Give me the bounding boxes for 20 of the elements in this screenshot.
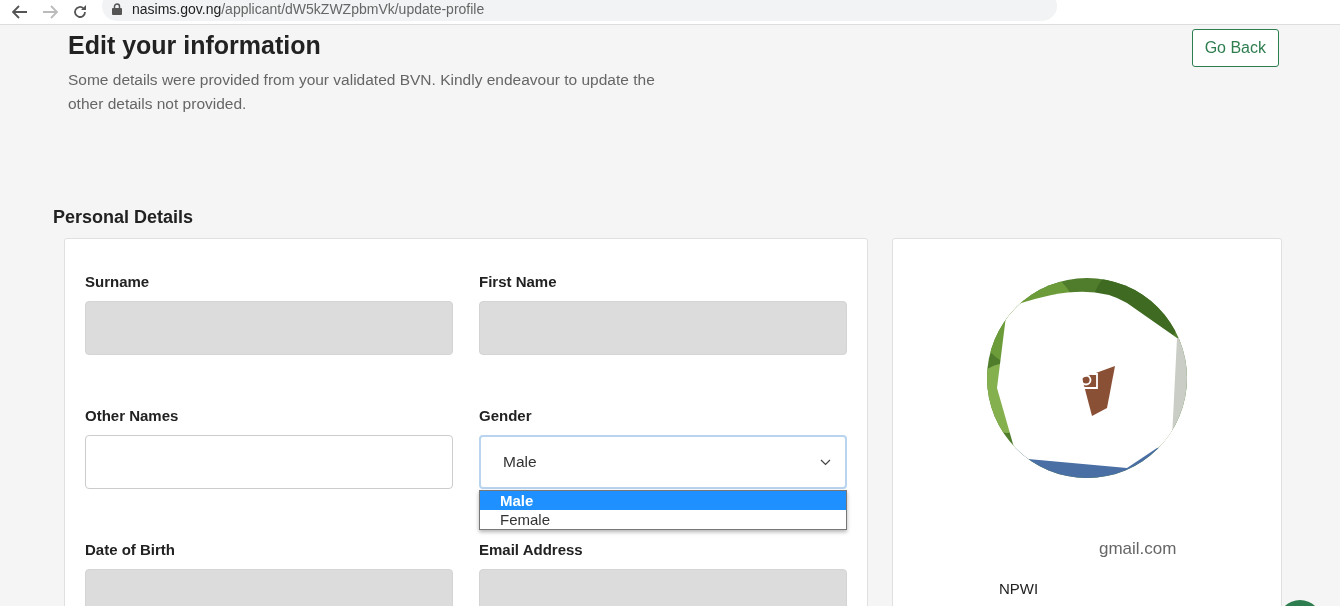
field-label: Email Address xyxy=(479,541,584,558)
reload-icon[interactable] xyxy=(72,4,88,20)
go-back-button[interactable]: Go Back xyxy=(1191,29,1279,67)
address-bar[interactable]: nasims.gov.ng/applicant/dW5kZWZpbmVk/update-profile xyxy=(102,0,1057,21)
field-label: Surname xyxy=(85,273,151,290)
section-title: Personal Details xyxy=(53,207,195,228)
page-subtitle: Some details were provided from your validated BVN. Kindly endeavour to update the other details not provided. xyxy=(68,70,656,114)
profile-code: NPWI xyxy=(999,580,1039,597)
dropdown-option[interactable]: Female xyxy=(480,510,846,529)
chevron-down-icon xyxy=(820,458,831,466)
back-icon[interactable] xyxy=(12,5,28,19)
lock-icon xyxy=(112,3,122,15)
field-label: Other Names xyxy=(85,407,180,424)
gender-select[interactable]: Male xyxy=(479,435,847,489)
page-title: Edit your information xyxy=(68,31,322,60)
field-label: First Name xyxy=(479,273,558,290)
profile-email: gmail.com xyxy=(1099,539,1177,559)
input-field[interactable] xyxy=(85,435,453,489)
field-label: Gender xyxy=(479,407,533,424)
field-label: Date of Birth xyxy=(85,541,176,558)
